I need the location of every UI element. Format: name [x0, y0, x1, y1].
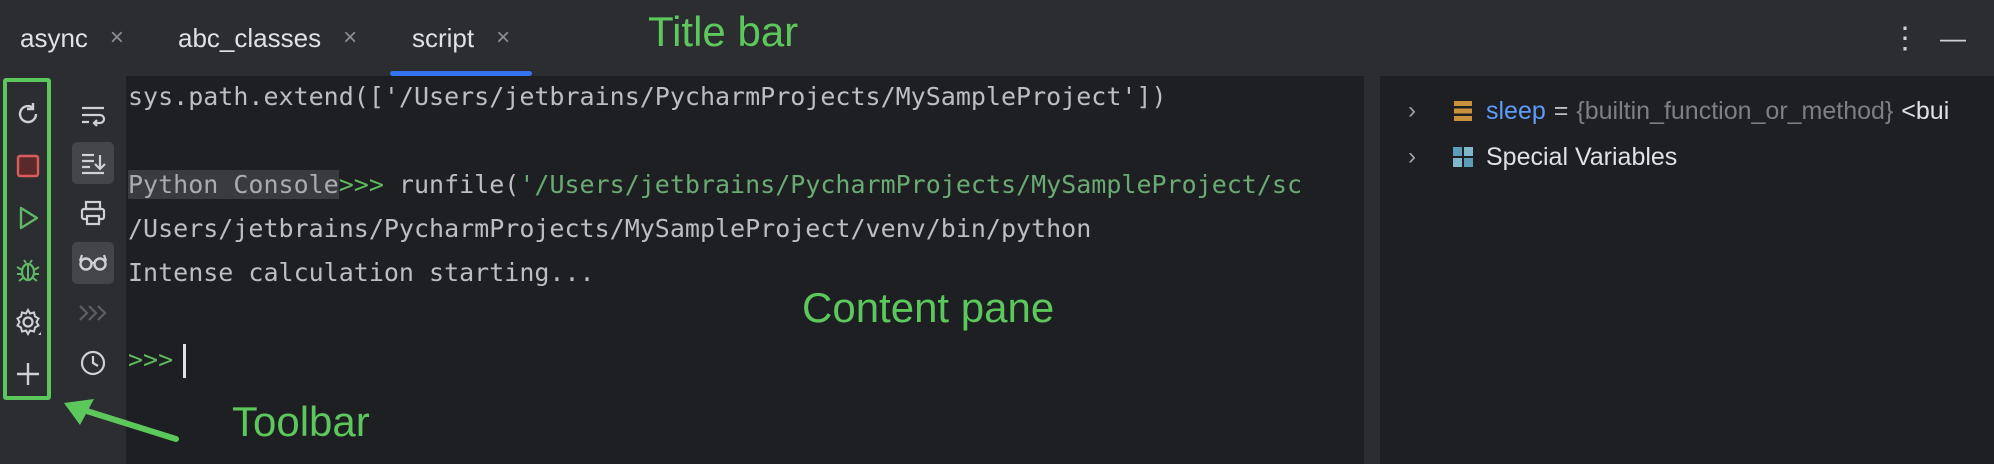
variable-row[interactable]: › sleep = {builtin_function_or_method} <… [1380, 88, 1949, 134]
tab-async[interactable]: async × [20, 0, 124, 76]
field-icon [1454, 101, 1472, 121]
print-icon[interactable] [72, 192, 114, 234]
soft-wrap-icon[interactable] [72, 94, 114, 136]
tab-abc-classes[interactable]: abc_classes × [178, 0, 357, 76]
show-variables-icon[interactable] [72, 242, 114, 284]
annotation-arrow-icon [64, 399, 179, 442]
chevron-right-icon[interactable]: › [1408, 143, 1428, 171]
scroll-to-end-icon[interactable] [72, 142, 114, 184]
console-input-line[interactable]: >>> [128, 344, 187, 378]
annotation-toolbar: Toolbar [232, 398, 370, 445]
execute-icon[interactable] [72, 292, 114, 334]
tab-label: async [20, 22, 88, 53]
annotation-content-pane: Content pane [802, 284, 1055, 331]
title-bar: async × abc_classes × script × ⋮ — [0, 0, 1994, 77]
special-variables-icon [1453, 147, 1473, 167]
variable-type: {builtin_function_or_method} [1576, 96, 1894, 125]
console-string: '/Users/jetbrains/PycharmProjects/MySamp… [519, 170, 1303, 199]
more-options-icon[interactable]: ⋮ [1890, 0, 1920, 76]
variable-equals: = [1553, 96, 1569, 125]
close-icon[interactable]: × [496, 24, 510, 52]
pane-splitter[interactable] [1364, 76, 1380, 464]
console-line: Intense calculation starting... [128, 258, 595, 287]
annotation-title-bar: Title bar [648, 8, 799, 55]
console-command: runfile( [383, 170, 520, 199]
close-icon[interactable]: × [110, 24, 124, 52]
chevron-right-icon[interactable]: › [1408, 97, 1428, 125]
variable-row[interactable]: › Special Variables [1380, 134, 1677, 180]
text-cursor [183, 344, 187, 378]
console-line: sys.path.extend(['/Users/jetbrains/Pycha… [128, 82, 1167, 111]
variable-name: sleep [1486, 96, 1546, 125]
minimize-icon[interactable]: — [1940, 0, 1966, 76]
toolbar-highlight-frame [3, 78, 51, 400]
variable-group-label: Special Variables [1486, 142, 1678, 171]
variable-value: <bui [1901, 96, 1950, 125]
console-prompt: >>> [338, 170, 384, 199]
tab-label: script [412, 22, 475, 53]
tab-label: abc_classes [178, 22, 322, 53]
console-label: Python Console [128, 170, 339, 199]
console-line: Python Console>>> runfile('/Users/jetbra… [128, 170, 1302, 199]
console-line: /Users/jetbrains/PycharmProjects/MySampl… [128, 214, 1092, 243]
history-icon[interactable] [72, 342, 114, 384]
console-prompt: >>> [128, 345, 174, 374]
variables-pane: › sleep = {builtin_function_or_method} <… [1380, 76, 1994, 464]
tab-script[interactable]: script × [390, 0, 533, 76]
close-icon[interactable]: × [343, 24, 357, 52]
